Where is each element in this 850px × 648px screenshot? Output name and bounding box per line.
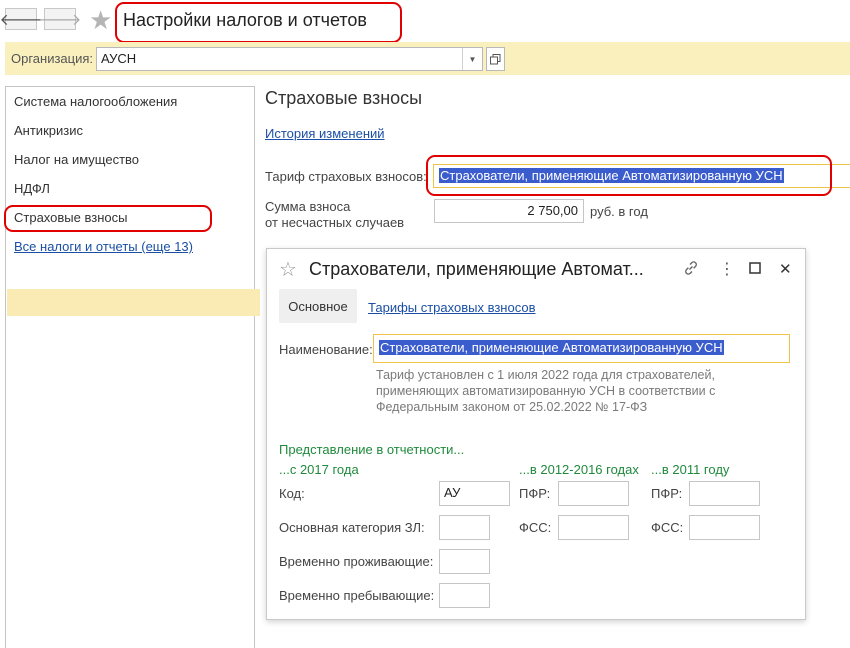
maximize-icon[interactable] [749,261,761,277]
name-value: Страхователи, применяющие Автоматизирова… [379,340,724,355]
fss-label-2011: ФСС: [651,520,684,535]
organization-open-button[interactable] [486,47,505,71]
accident-amount-value: 2 750,00 [527,203,578,218]
tab-main[interactable]: Основное [279,289,357,323]
annotation-circle-tariff [426,155,832,196]
sidebar-item-ndfl[interactable]: НДФЛ [14,181,50,196]
accident-unit: руб. в год [590,204,648,219]
fss-input-2012[interactable] [558,515,629,540]
pfr-label-2011: ПФР: [651,486,683,501]
forward-button[interactable]: 🡒 [39,8,81,30]
column-header-2017: ...с 2017 года [279,462,359,477]
tariff-note: Тариф установлен с 1 июля 2022 года для … [376,368,716,414]
fss-input-2011[interactable] [689,515,760,540]
name-input[interactable]: Страхователи, применяющие Автоматизирова… [373,334,790,363]
dialog-title: Страхователи, применяющие Автомат... [309,259,644,279]
dialog-favorite-icon[interactable]: ☆ [279,257,297,282]
reporting-heading: Представление в отчетности... [279,442,465,457]
category-label: Основная категория ЗЛ: [279,520,425,535]
code-label: Код: [279,486,305,501]
category-input[interactable] [439,515,490,540]
section-heading: Страховые взносы [265,88,423,108]
fss-label-2012: ФСС: [519,520,552,535]
organization-dropdown-button[interactable]: ▼ [462,48,482,70]
annotation-circle-title [115,2,402,43]
link-icon[interactable] [683,260,699,279]
back-button[interactable]: 🡐 [0,8,42,30]
name-label: Наименование: [279,342,373,357]
temp-living-label: Временно проживающие: [279,554,434,569]
pfr-input-2011[interactable] [689,481,760,506]
temp-staying-input[interactable] [439,583,490,608]
pfr-input-2012[interactable] [558,481,629,506]
arrow-left-icon: 🡐 [0,11,43,29]
more-menu-icon[interactable]: ⋮ [719,259,735,279]
annotation-circle-sidebar [4,205,212,232]
sidebar: Система налогообложения Антикризис Налог… [5,86,260,648]
code-input[interactable]: АУ [439,481,510,506]
open-window-icon [490,53,501,64]
column-header-2011: ...в 2011 году [651,462,730,477]
code-value: АУ [444,485,461,500]
chevron-down-icon: ▼ [468,54,477,64]
column-header-2012-2016: ...в 2012-2016 годах [519,462,639,477]
organization-input[interactable]: АУСН [96,47,483,71]
accident-label: Сумма взноса от несчастных случаев [265,199,405,230]
organization-label: Организация: [11,51,94,66]
temp-living-input[interactable] [439,549,490,574]
tariff-label: Тариф страховых взносов: [265,169,427,184]
sidebar-item-property-tax[interactable]: Налог на имущество [14,152,139,167]
sidebar-item-anticrisis[interactable]: Антикризис [14,123,83,138]
close-icon[interactable]: ✕ [779,260,792,278]
organization-value: АУСН [101,51,137,66]
history-link[interactable]: История изменений [265,126,385,141]
sidebar-all-taxes-link[interactable]: Все налоги и отчеты (еще 13) [14,239,193,254]
sidebar-selection-highlight [7,289,260,316]
tab-insurance-rates[interactable]: Тарифы страховых взносов [368,300,536,315]
arrow-right-icon: 🡒 [38,11,82,29]
pfr-label-2012: ПФР: [519,486,551,501]
temp-staying-label: Временно пребывающие: [279,588,435,603]
tariff-dialog: ☆ Страхователи, применяющие Автомат... ⋮… [266,248,806,620]
sidebar-item-tax-system[interactable]: Система налогообложения [14,94,177,109]
accident-amount-input[interactable]: 2 750,00 [434,199,584,223]
favorite-star-icon[interactable]: ★ [89,5,112,36]
